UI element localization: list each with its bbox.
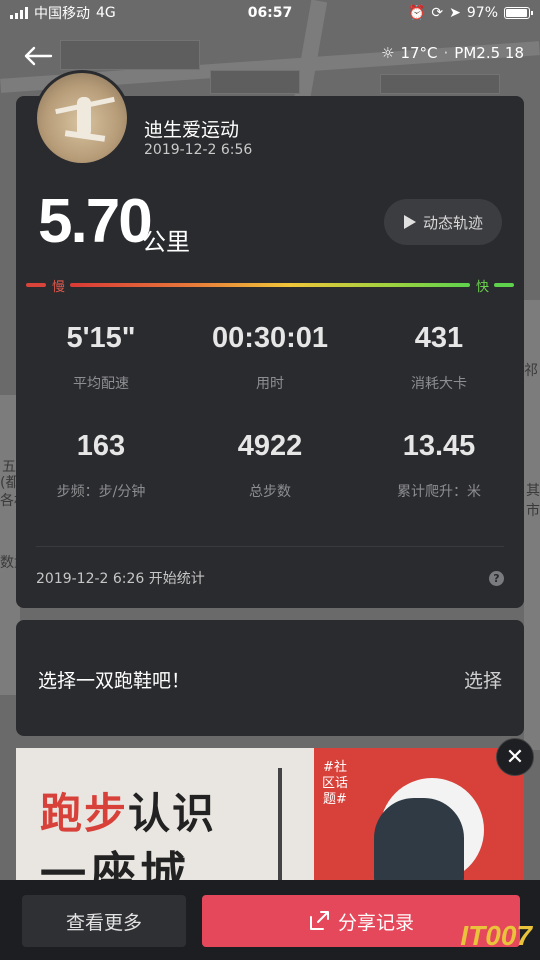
stat-steps: 4922 总步数	[185, 430, 355, 501]
battery-percent: 97%	[466, 5, 498, 21]
user-name: 迪生爱运动	[144, 119, 240, 141]
stat-label: 步频：步/分钟	[56, 484, 146, 500]
stat-label: 平均配速	[73, 376, 129, 392]
stat-label: 消耗大卡	[411, 376, 467, 392]
stat-value: 13.45	[402, 430, 476, 462]
view-more-label: 查看更多	[65, 911, 142, 934]
share-icon	[309, 911, 329, 930]
air-quality: PM2.5 18	[454, 44, 524, 62]
network-type: 4G	[96, 5, 116, 21]
stat-value: 00:30:01	[211, 322, 329, 354]
sun-icon: ☼	[381, 44, 395, 62]
carrier: 中国移动	[34, 6, 90, 22]
banner-title-red: 跑步	[40, 789, 129, 838]
rotation-lock-icon: ⟳	[431, 5, 444, 21]
banner-title-line1: 跑步认识	[40, 780, 216, 841]
close-icon[interactable]: ✕	[496, 738, 534, 776]
start-time-info: 2019-12-2 6:26 开始统计	[36, 571, 205, 587]
avatar[interactable]	[34, 70, 130, 166]
distance-unit: 公里	[142, 228, 190, 256]
map-label: 其	[526, 483, 540, 499]
stat-value: 4922	[237, 430, 303, 462]
tower-illustration	[278, 768, 282, 888]
watermark-logo: IT007	[460, 920, 532, 951]
stat-value: 5'15"	[66, 322, 136, 354]
shoe-select-card[interactable]: 选择一双跑鞋吧！ 选择	[16, 620, 524, 736]
battery-icon	[504, 7, 533, 19]
stat-elevation: 13.45 累计爬升：米	[354, 430, 524, 501]
share-record-label: 分享记录	[337, 911, 414, 934]
map-label: 祁	[524, 363, 538, 379]
stat-value: 163	[76, 430, 126, 462]
banner-title-black: 认识	[128, 789, 217, 838]
stat-calories: 431 消耗大卡	[354, 322, 524, 393]
location-icon: ➤	[449, 5, 461, 21]
select-shoe-button[interactable]: 选择	[464, 666, 502, 693]
promo-banner[interactable]: #社区话题# 跑步认识 一座城	[16, 748, 524, 888]
help-icon[interactable]: ?	[489, 571, 504, 586]
runner-image	[374, 798, 464, 888]
pace-slow-label: 慢	[52, 280, 66, 295]
stat-label: 用时	[256, 376, 284, 392]
shoe-prompt: 选择一双跑鞋吧！	[38, 670, 191, 692]
stat-label: 累计爬升：米	[397, 484, 481, 500]
separator: ·	[443, 44, 449, 62]
map-label: 市	[526, 503, 540, 519]
stat-value: 431	[414, 322, 464, 354]
status-bar: 中国移动 4G 06:57 ⏰ ⟳ ➤ 97%	[0, 0, 540, 26]
run-datetime: 2019-12-2 6:56	[144, 142, 253, 158]
view-more-button[interactable]: 查看更多	[22, 895, 186, 947]
divider	[36, 546, 504, 547]
distance-value: 5.70	[38, 187, 153, 256]
banner-tag: #社区话题#	[321, 760, 348, 807]
temperature: 17°C	[400, 44, 438, 62]
stat-cadence: 163 步频：步/分钟	[16, 430, 186, 501]
stat-duration: 00:30:01 用时	[185, 322, 355, 393]
stat-label: 总步数	[249, 484, 291, 500]
weather-info: ☼ 17°C · PM2.5 18	[381, 44, 524, 62]
stat-avg-pace: 5'15" 平均配速	[16, 322, 186, 393]
track-playback-button[interactable]: 动态轨迹	[384, 199, 502, 245]
pace-scale: 慢 快	[26, 276, 514, 295]
alarm-icon: ⏰	[407, 5, 426, 21]
back-arrow-icon[interactable]	[18, 36, 58, 76]
play-icon	[403, 215, 416, 229]
signal-icon	[10, 7, 28, 19]
pace-fast-label: 快	[476, 280, 490, 295]
track-playback-label: 动态轨迹	[422, 213, 483, 232]
